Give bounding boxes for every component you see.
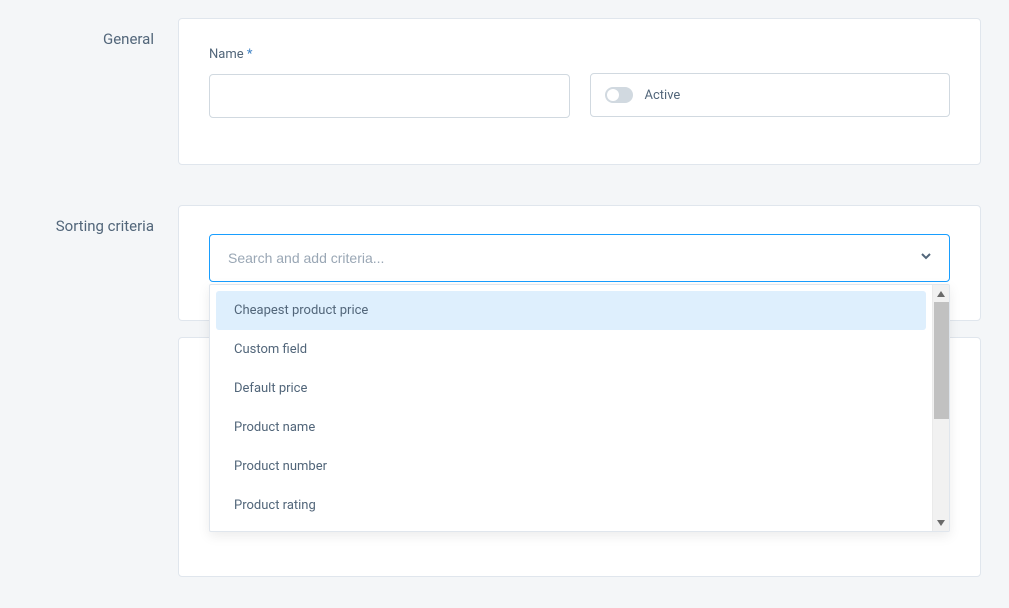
general-card: Name * Active [178, 18, 981, 165]
criteria-option[interactable]: Cheapest product price [216, 291, 926, 330]
active-label: Active [645, 88, 681, 103]
criteria-dropdown-list: Cheapest product priceCustom fieldDefaul… [210, 285, 932, 531]
criteria-option[interactable]: Custom field [216, 330, 926, 369]
criteria-search-input[interactable] [209, 234, 950, 282]
sorting-card: Cheapest product priceCustom fieldDefaul… [178, 205, 981, 321]
sorting-section-title: Sorting criteria [18, 205, 178, 235]
criteria-option[interactable]: Default price [216, 369, 926, 408]
criteria-option[interactable]: Product name [216, 408, 926, 447]
criteria-combobox: Cheapest product priceCustom fieldDefaul… [209, 234, 950, 282]
criteria-option[interactable]: Product number [216, 447, 926, 486]
scroll-thumb[interactable] [934, 302, 949, 419]
active-toggle[interactable] [605, 87, 633, 103]
sorting-criteria-section: Sorting criteria Cheapest product priceC… [18, 205, 981, 321]
name-label: Name * [209, 47, 570, 62]
scroll-up-arrow-icon[interactable] [933, 285, 950, 302]
criteria-option[interactable]: Product rating [216, 486, 926, 525]
scrollbar[interactable] [932, 285, 949, 531]
scroll-down-arrow-icon[interactable] [933, 514, 950, 531]
active-toggle-container[interactable]: Active [590, 73, 951, 117]
scroll-track[interactable] [933, 302, 950, 514]
criteria-dropdown: Cheapest product priceCustom fieldDefaul… [209, 284, 950, 532]
name-input[interactable] [209, 74, 570, 118]
general-section-title: General [18, 18, 178, 48]
general-section: General Name * Active [18, 18, 981, 165]
